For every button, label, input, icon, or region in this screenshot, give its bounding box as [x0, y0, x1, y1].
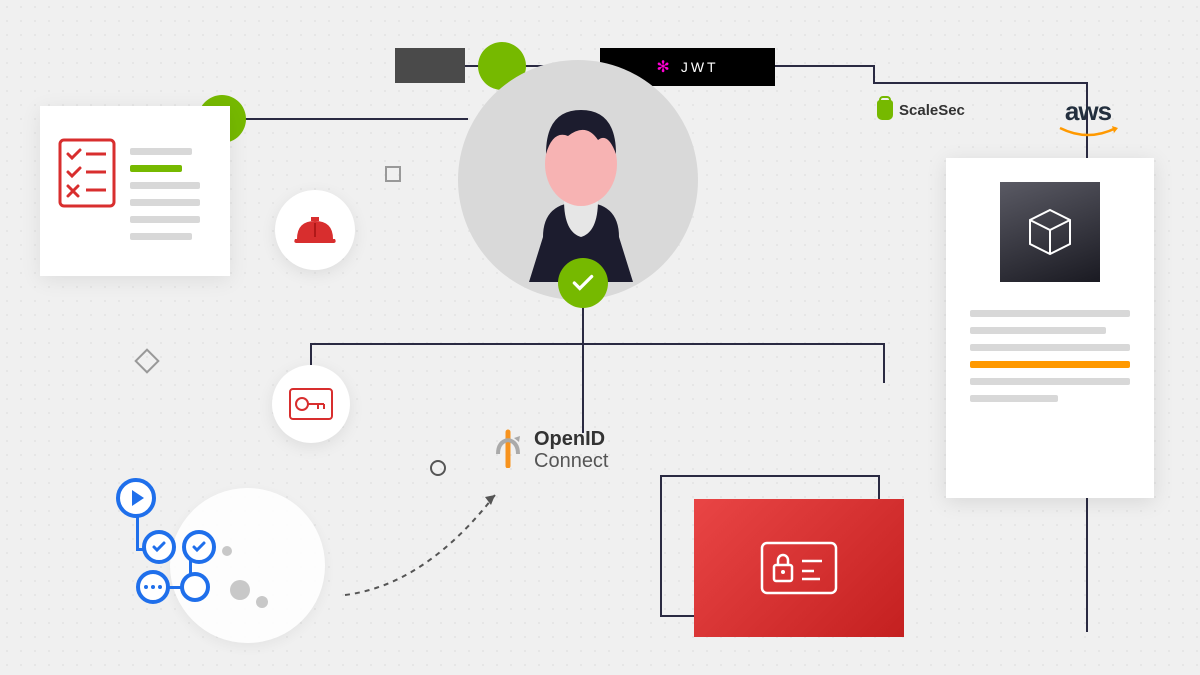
scalesec-label: ScaleSec [899, 102, 965, 119]
id-lock-icon [760, 541, 838, 595]
deco-square [385, 166, 401, 182]
connector-line [873, 82, 1088, 84]
hardhat-icon [293, 215, 337, 245]
openid-connect-label: Connect [534, 450, 609, 472]
open-circle-icon [180, 572, 210, 602]
key-node [272, 365, 350, 443]
checkmark-badge [558, 258, 608, 308]
dots-icon [136, 570, 170, 604]
aws-smile-icon [1058, 126, 1118, 140]
check-icon [182, 530, 216, 564]
scalesec-logo: ScaleSec [877, 100, 965, 120]
checklist-icon [58, 138, 116, 208]
deco-ring [430, 460, 446, 476]
openid-label: OpenID [534, 428, 605, 450]
cube-icon-box [1000, 182, 1100, 282]
checklist-lines [130, 148, 200, 250]
openid-connect-logo: OpenID Connect [492, 428, 609, 472]
check-icon [570, 270, 596, 296]
play-icon [116, 478, 156, 518]
aws-label: aws [1058, 96, 1118, 127]
cube-icon [1022, 204, 1078, 260]
openid-icon [492, 428, 524, 468]
aws-resource-card [946, 158, 1154, 498]
connector-line [240, 118, 468, 120]
github-actions-cluster [100, 478, 350, 658]
key-icon [288, 387, 334, 421]
placeholder-box [395, 48, 465, 83]
dashed-arrow [335, 485, 515, 605]
credentials-card [694, 499, 904, 637]
scalesec-icon [877, 100, 893, 120]
jwt-label: JWT [681, 59, 719, 75]
connector-line [582, 343, 584, 433]
connector-line [873, 65, 875, 83]
connector-line [310, 343, 885, 345]
connector-line [883, 343, 885, 383]
jwt-icon: ✻ [656, 57, 672, 77]
check-icon [142, 530, 176, 564]
aws-logo: aws [1058, 96, 1118, 145]
person-avatar [498, 92, 664, 282]
hardhat-node [275, 190, 355, 270]
